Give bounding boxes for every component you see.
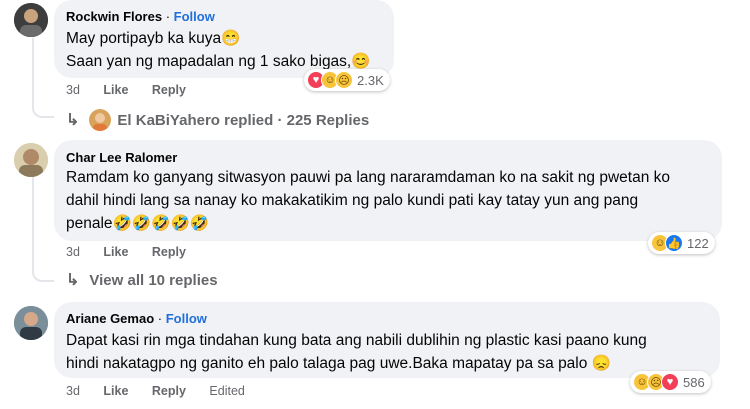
reaction-summary[interactable]: ♥ ☺ ☹ 2.3K (304, 69, 390, 91)
author-name[interactable]: Ariane Gemao (66, 311, 154, 326)
comment-time[interactable]: 3d (66, 245, 80, 259)
reaction-count: 2.3K (357, 72, 384, 88)
love-reaction-icon: ♥ (661, 373, 679, 391)
follow-button[interactable]: Follow (166, 311, 207, 326)
comment-text-line: dahil hindi lang sa nanay ko makakatikim… (66, 192, 639, 209)
comment-text-line: hindi nakatagpo ng ganito eh palo talaga… (66, 355, 611, 372)
comment-author-line: Char Lee Ralomer (66, 150, 177, 165)
replier-avatar (89, 109, 112, 131)
avatar[interactable] (14, 143, 48, 177)
avatar[interactable] (14, 3, 48, 37)
author-name[interactable]: Rockwin Flores (66, 9, 162, 24)
comment-text-line: penale🤣🤣🤣🤣🤣 (66, 215, 210, 232)
view-replies-link[interactable]: ↳ View all 10 replies (66, 270, 218, 290)
avatar[interactable] (14, 306, 48, 340)
thread-line (32, 176, 54, 282)
reply-button[interactable]: Reply (152, 384, 186, 398)
replies-summary: El KaBiYahero replied · 225 Replies (117, 111, 370, 129)
comment-time[interactable]: 3d (66, 83, 80, 97)
reaction-summary[interactable]: ☺ 👍 122 (648, 232, 715, 254)
reply-button[interactable]: Reply (152, 83, 186, 97)
comment-author-line: Ariane Gemao · Follow (66, 311, 207, 326)
reply-arrow-icon: ↳ (66, 112, 80, 129)
comment-actions: 3d Like Reply (66, 83, 186, 97)
comment-actions: 3d Like Reply Edited (66, 384, 245, 398)
comment-text-line: Dapat kasi rin mga tindahan kung bata an… (66, 332, 647, 349)
view-replies-label: View all 10 replies (89, 271, 218, 289)
edited-label: Edited (209, 384, 245, 398)
sad-reaction-icon: ☹ (335, 71, 353, 89)
reaction-count: 586 (683, 374, 705, 390)
follow-button[interactable]: Follow (174, 9, 215, 24)
like-button[interactable]: Like (103, 83, 128, 97)
thread-line (32, 38, 54, 118)
like-button[interactable]: Like (103, 245, 128, 259)
comment-text-line: Ramdam ko ganyang sitwasyon pauwi pa lan… (66, 169, 670, 186)
comment-text-line: May portipayb ka kuya😁 (66, 30, 241, 47)
reaction-summary[interactable]: ☺ ☹ ♥ 586 (630, 371, 711, 393)
comment-author-line: Rockwin Flores · Follow (66, 9, 215, 24)
view-replies-link[interactable]: ↳ El KaBiYahero replied · 225 Replies (66, 109, 369, 131)
reply-button[interactable]: Reply (152, 245, 186, 259)
author-name[interactable]: Char Lee Ralomer (66, 150, 177, 165)
reply-arrow-icon: ↳ (66, 272, 80, 289)
like-button[interactable]: Like (103, 384, 128, 398)
comment-actions: 3d Like Reply (66, 245, 186, 259)
comment-time[interactable]: 3d (66, 384, 80, 398)
like-reaction-icon: 👍 (665, 234, 683, 252)
reaction-count: 122 (687, 235, 709, 251)
